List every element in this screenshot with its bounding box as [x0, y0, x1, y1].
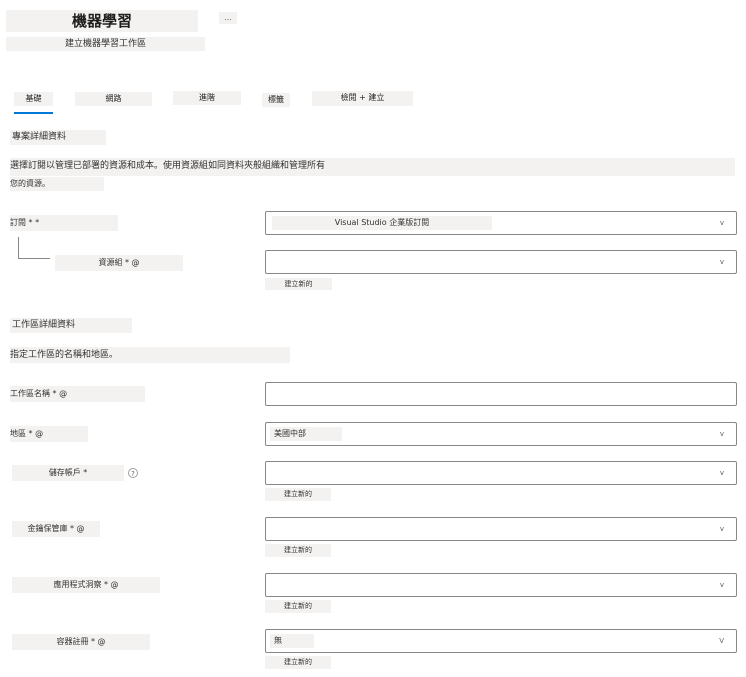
workspace-description: 指定工作區的名稱和地區。 [10, 347, 290, 363]
key-vault-select[interactable]: v [265, 517, 737, 541]
storage-account-label: 儲存帳戶 * [12, 465, 124, 481]
chevron-down-icon: v [719, 581, 724, 589]
tab-advanced[interactable]: 進階 [173, 91, 241, 105]
chevron-down-icon: v [719, 469, 724, 477]
more-actions-button[interactable]: ... [219, 12, 237, 24]
tab-networking[interactable]: 網路 [75, 92, 152, 106]
workspace-name-label: 工作區名稱 * @ [10, 386, 145, 402]
project-description-line2: 您的資源。 [10, 177, 104, 191]
chevron-down-icon: v [719, 430, 724, 438]
section-project-details-heading: 專案詳細資料 [10, 130, 106, 145]
tab-tags[interactable]: 標籤 [262, 93, 290, 107]
region-label: 地區 * @ [10, 426, 88, 442]
info-icon[interactable]: ? [128, 468, 138, 478]
application-insights-select[interactable]: v [265, 573, 737, 597]
application-insights-create-new-link[interactable]: 建立新的 [265, 600, 331, 613]
chevron-down-icon: V [719, 637, 724, 645]
chevron-down-icon: v [719, 258, 724, 266]
workspace-name-input[interactable] [265, 382, 737, 406]
tab-active-indicator [14, 112, 53, 114]
storage-account-select[interactable]: v [265, 461, 737, 485]
key-vault-create-new-link[interactable]: 建立新的 [265, 544, 331, 557]
page-subtitle: 建立機器學習工作區 [6, 37, 205, 51]
chevron-down-icon: v [719, 219, 724, 227]
container-registry-label: 容器註冊 * @ [12, 634, 150, 650]
section-workspace-details-heading: 工作區詳細資料 [10, 318, 132, 333]
subscription-select[interactable]: Visual Studio 企業版訂閱 v [265, 211, 737, 235]
region-selected-value: 美國中部 [270, 427, 342, 441]
region-select[interactable]: 美國中部 v [265, 422, 737, 446]
resource-group-label: 資源組 * @ [55, 255, 183, 271]
subscription-label: 訂閱 * * [10, 215, 118, 231]
resource-group-select[interactable]: v [265, 250, 737, 274]
chevron-down-icon: v [719, 525, 724, 533]
subscription-selected-value: Visual Studio 企業版訂閱 [272, 216, 492, 230]
tab-review-create[interactable]: 檢閱 + 建立 [312, 91, 413, 106]
tree-connector [18, 237, 50, 259]
page-title: 機器學習 [6, 10, 198, 32]
container-registry-selected-value: 無 [270, 634, 314, 648]
storage-account-create-new-link[interactable]: 建立新的 [265, 488, 331, 501]
resource-group-create-new-link[interactable]: 建立新的 [265, 278, 332, 290]
container-registry-create-new-link[interactable]: 建立新的 [265, 656, 331, 669]
tab-basics[interactable]: 基礎 [14, 92, 53, 106]
project-description-line1: 選擇訂閱以管理已部署的資源和成本。使用資源組如同資料夾般組織和管理所有 [10, 158, 735, 176]
container-registry-select[interactable]: 無 V [265, 629, 737, 653]
key-vault-label: 金鑰保管庫 * @ [12, 521, 100, 537]
application-insights-label: 應用程式洞察 * @ [12, 577, 160, 593]
